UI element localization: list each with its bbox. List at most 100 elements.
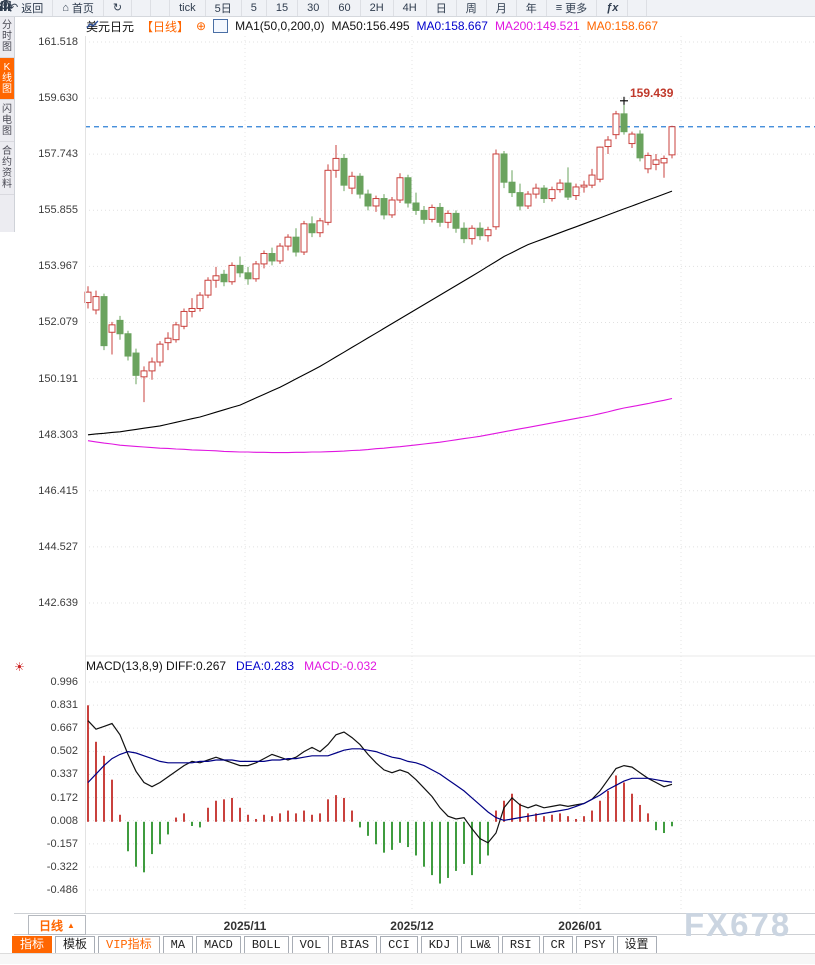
toolbar-label: 更多 (565, 0, 587, 16)
circle-plus-icon[interactable]: ⊕ (196, 19, 206, 33)
tab-vol[interactable]: VOL (292, 936, 330, 954)
indicator-settings-sun-icon[interactable]: ☀ (14, 660, 25, 674)
tab-macd[interactable]: MACD (196, 936, 241, 954)
x-axis-date-label: 2025/12 (377, 919, 447, 933)
toolbar-label: 15 (276, 2, 288, 14)
sidebar-tab-time-chart[interactable]: 分时图 (0, 16, 14, 58)
toolbar-tick-button[interactable]: tick (170, 0, 206, 16)
macd-axis-label: 0.008 (0, 815, 78, 827)
price-axis-label: 152.079 (0, 316, 78, 328)
tab-rsi[interactable]: RSI (502, 936, 540, 954)
price-axis-label: 142.639 (0, 597, 78, 609)
toolbar-period-week-button[interactable]: 周 (457, 0, 487, 16)
menu-icon: ≡ (556, 3, 562, 14)
toolbar-chart-style-button[interactable] (132, 0, 151, 16)
tab-bias[interactable]: BIAS (332, 936, 377, 954)
trading-app-window: { "accent_color": "#ff6600", "toolbar": … (0, 0, 815, 965)
x-axis-date-label: 2026/01 (545, 919, 615, 933)
toolbar-label: 首页 (72, 0, 94, 16)
indicator-tabbar: 指标模板VIP指标MAMACDBOLLVOLBIASCCIKDJLW&RSICR… (12, 936, 657, 954)
toolbar-label: 2H (370, 2, 384, 14)
period-selector-label: 日线 (39, 917, 63, 934)
macd-axis-label: 0.667 (0, 722, 78, 734)
macd-diff-label: MACD(13,8,9) DIFF:0.267 (86, 659, 226, 673)
sidebar-tab-contract-info[interactable]: 合约资料 (0, 142, 14, 195)
toolbar-label: 30 (307, 2, 319, 14)
sidebar-tab-lightning-chart[interactable]: 闪电图 (0, 100, 14, 142)
tab-settings[interactable]: 设置 (617, 936, 657, 954)
symbol-name: 美元日元 (86, 18, 134, 35)
toolbar-period-2h-button[interactable]: 2H (361, 0, 394, 16)
toolbar-label: 年 (526, 0, 537, 16)
divider (14, 913, 815, 914)
period-tag: 【日线】 (141, 18, 189, 35)
toolbar-label: 4H (403, 2, 417, 14)
price-panel-title: 美元日元 【日线】 ⊕ MA1(50,0,200,0) MA50:156.495… (86, 19, 658, 33)
fx-icon: ƒx (606, 3, 618, 14)
chart-canvas (0, 0, 815, 965)
tab-boll[interactable]: BOLL (244, 936, 289, 954)
price-axis-label: 153.967 (0, 260, 78, 272)
toolbar-label: 5 (251, 2, 257, 14)
toolbar-fx-indicator-button[interactable]: ƒx (597, 0, 628, 16)
period-selector[interactable]: 日线 ▲ (28, 915, 86, 935)
ma0-blue-value: MA0:158.667 (417, 19, 488, 33)
tab-cr[interactable]: CR (543, 936, 573, 954)
fx678-watermark: FX678 (684, 906, 791, 944)
price-axis-label: 146.415 (0, 485, 78, 497)
toolbar-zoom-out-button[interactable] (628, 0, 647, 16)
chart-type-sidebar: 分时图K线图闪电图合约资料 (0, 16, 15, 232)
sidebar-tab-candle-chart[interactable]: K线图 (0, 58, 14, 100)
ma200-value: MA200:149.521 (495, 19, 580, 33)
toolbar-home-button[interactable]: ⌂首页 (53, 0, 104, 16)
tab-lw[interactable]: LW& (461, 936, 499, 954)
macd-axis-label: 0.996 (0, 676, 78, 688)
toolbar-volume-button[interactable] (151, 0, 170, 16)
toolbar-period-60min-button[interactable]: 60 (329, 0, 360, 16)
toolbar-period-30min-button[interactable]: 30 (298, 0, 329, 16)
refresh-icon: ↻ (113, 3, 122, 14)
back-arrow-icon: ↶ (9, 3, 18, 14)
macd-panel-title: MACD(13,8,9) DIFF:0.267 DEA:0.283 MACD:-… (86, 659, 377, 673)
horizontal-scrollbar-track[interactable] (0, 953, 815, 964)
divider (14, 934, 815, 935)
toolbar-label: 日 (436, 0, 447, 16)
toolbar-label: tick (179, 2, 196, 14)
macd-axis-label: -0.157 (0, 838, 78, 850)
tab-ma[interactable]: MA (163, 936, 193, 954)
toolbar-period-month-button[interactable]: 月 (487, 0, 517, 16)
toolbar-back-button[interactable]: ↶返回 (0, 0, 53, 16)
macd-axis-label: 0.172 (0, 792, 78, 804)
tab-kdj[interactable]: KDJ (421, 936, 459, 954)
tab-vip-indicator[interactable]: VIP指标 (98, 936, 160, 954)
toolbar-period-day-button[interactable]: 日 (427, 0, 457, 16)
toolbar-refresh-button[interactable]: ↻ (104, 0, 132, 16)
macd-value-label: MACD:-0.032 (304, 659, 377, 673)
toolbar-label: 60 (338, 2, 350, 14)
x-axis-date-label: 2025/11 (210, 919, 280, 933)
top-toolbar: ↶返回⌂首页↻tick5日51530602H4H日周月年≡更多ƒx (0, 0, 815, 17)
mini-line-chart-icon[interactable] (213, 19, 228, 33)
macd-axis-label: 0.502 (0, 745, 78, 757)
toolbar-label: 5日 (215, 0, 232, 16)
macd-dea-label: DEA:0.283 (236, 659, 294, 673)
ma50-value: MA50:156.495 (331, 19, 409, 33)
tab-cci[interactable]: CCI (380, 936, 418, 954)
tab-template[interactable]: 模板 (55, 936, 95, 954)
toolbar-period-15min-button[interactable]: 15 (267, 0, 298, 16)
toolbar-period-5min-button[interactable]: 5 (242, 0, 267, 16)
high-price-annotation: 159.439 (630, 86, 673, 100)
toolbar-label: 返回 (21, 0, 43, 16)
macd-axis-label: 0.337 (0, 768, 78, 780)
tab-indicator[interactable]: 指标 (12, 936, 52, 954)
toolbar-period-4h-button[interactable]: 4H (394, 0, 427, 16)
price-axis-line (85, 36, 86, 913)
price-axis-label: 148.303 (0, 429, 78, 441)
ma-settings-label: MA1(50,0,200,0) (235, 19, 324, 33)
tab-psy[interactable]: PSY (576, 936, 614, 954)
toolbar-label: 周 (466, 0, 477, 16)
price-axis-label: 150.191 (0, 373, 78, 385)
toolbar-period-5day-button[interactable]: 5日 (206, 0, 242, 16)
toolbar-more-button[interactable]: ≡更多 (547, 0, 597, 16)
toolbar-period-year-button[interactable]: 年 (517, 0, 547, 16)
